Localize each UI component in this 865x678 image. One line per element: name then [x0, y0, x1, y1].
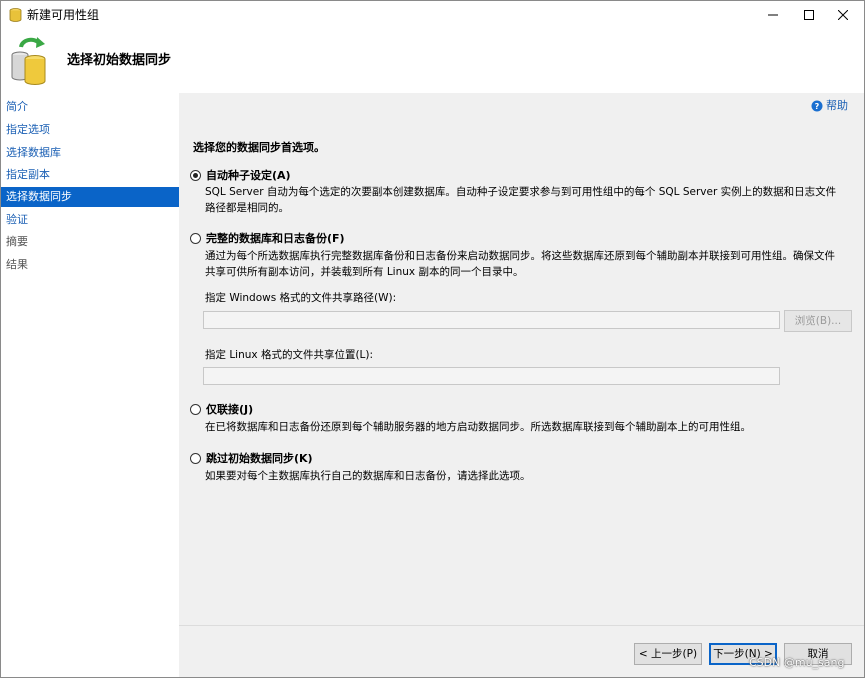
- windows-share-label: 指定 Windows 格式的文件共享路径(W):: [205, 292, 397, 304]
- main-panel: ? 帮助 选择您的数据同步首选项。 自动种子设定(A) SQL Server 自…: [179, 93, 864, 677]
- footer-divider: [179, 625, 864, 626]
- windows-share-input[interactable]: [203, 311, 780, 329]
- window-title: 新建可用性组: [27, 8, 100, 22]
- option-label[interactable]: 仅联接(J): [206, 401, 253, 417]
- page-title: 选择初始数据同步: [67, 53, 172, 68]
- svg-text:?: ?: [815, 102, 820, 111]
- close-button[interactable]: [823, 1, 863, 29]
- watermark: CSDN @mu_sang: [749, 656, 845, 669]
- option-description: 在已将数据库和日志备份还原到每个辅助服务器的地方启动数据同步。所选数据库联接到每…: [205, 421, 751, 433]
- nav-item-summary: 摘要: [6, 235, 28, 248]
- option-join-only[interactable]: 仅联接(J): [190, 401, 253, 417]
- close-icon: [838, 10, 848, 20]
- nav-item-validation[interactable]: 验证: [1, 210, 179, 230]
- nav-item-data-sync[interactable]: 选择数据同步: [1, 187, 179, 207]
- option-description: 如果要对每个主数据库执行自己的数据库和日志备份，请选择此选项。: [205, 470, 531, 482]
- help-icon: ?: [811, 100, 823, 112]
- database-sync-icon: [11, 37, 46, 85]
- help-label[interactable]: 帮助: [826, 99, 848, 113]
- nav-item-databases[interactable]: 选择数据库: [1, 143, 179, 163]
- help-link[interactable]: ? 帮助: [811, 99, 848, 113]
- option-automatic-seeding[interactable]: 自动种子设定(A): [190, 167, 291, 183]
- option-label[interactable]: 自动种子设定(A): [206, 167, 291, 183]
- option-skip-sync[interactable]: 跳过初始数据同步(K): [190, 450, 313, 466]
- radio-skip-sync[interactable]: [190, 452, 201, 464]
- database-icon: [9, 8, 22, 22]
- option-description: 通过为每个所选数据库执行完整数据库备份和日志备份来启动数据同步。将这些数据库还原…: [205, 250, 835, 278]
- wizard-window: 新建可用性组 选择初始数据同步 简介 指定选项 选择数据库 指定副本 选择数据同…: [0, 0, 865, 678]
- option-label[interactable]: 跳过初始数据同步(K): [206, 450, 313, 466]
- minimize-button[interactable]: [753, 1, 793, 29]
- browse-button[interactable]: 浏览(B)...: [784, 310, 852, 332]
- intro-text: 选择您的数据同步首选项。: [193, 141, 325, 154]
- wizard-header: 选择初始数据同步: [1, 29, 864, 93]
- radio-join-only[interactable]: [190, 403, 201, 415]
- nav-item-intro[interactable]: 简介: [1, 97, 179, 117]
- nav-item-results: 结果: [6, 258, 28, 271]
- maximize-icon: [804, 10, 814, 20]
- nav-item-options[interactable]: 指定选项: [1, 120, 179, 140]
- linux-share-input[interactable]: [203, 367, 780, 385]
- radio-full-backup[interactable]: [190, 232, 201, 244]
- wizard-nav: 简介 指定选项 选择数据库 指定副本 选择数据同步 验证 摘要 结果: [1, 93, 179, 677]
- option-label[interactable]: 完整的数据库和日志备份(F): [206, 230, 345, 246]
- option-full-backup[interactable]: 完整的数据库和日志备份(F): [190, 230, 345, 246]
- option-description: SQL Server 自动为每个选定的次要副本创建数据库。自动种子设定要求参与到…: [205, 186, 837, 214]
- title-bar[interactable]: 新建可用性组: [1, 1, 864, 29]
- back-button[interactable]: < 上一步(P): [634, 643, 702, 665]
- linux-share-label: 指定 Linux 格式的文件共享位置(L):: [205, 349, 374, 361]
- radio-automatic-seeding[interactable]: [190, 169, 201, 181]
- minimize-icon: [768, 14, 778, 16]
- nav-item-replicas[interactable]: 指定副本: [1, 165, 179, 185]
